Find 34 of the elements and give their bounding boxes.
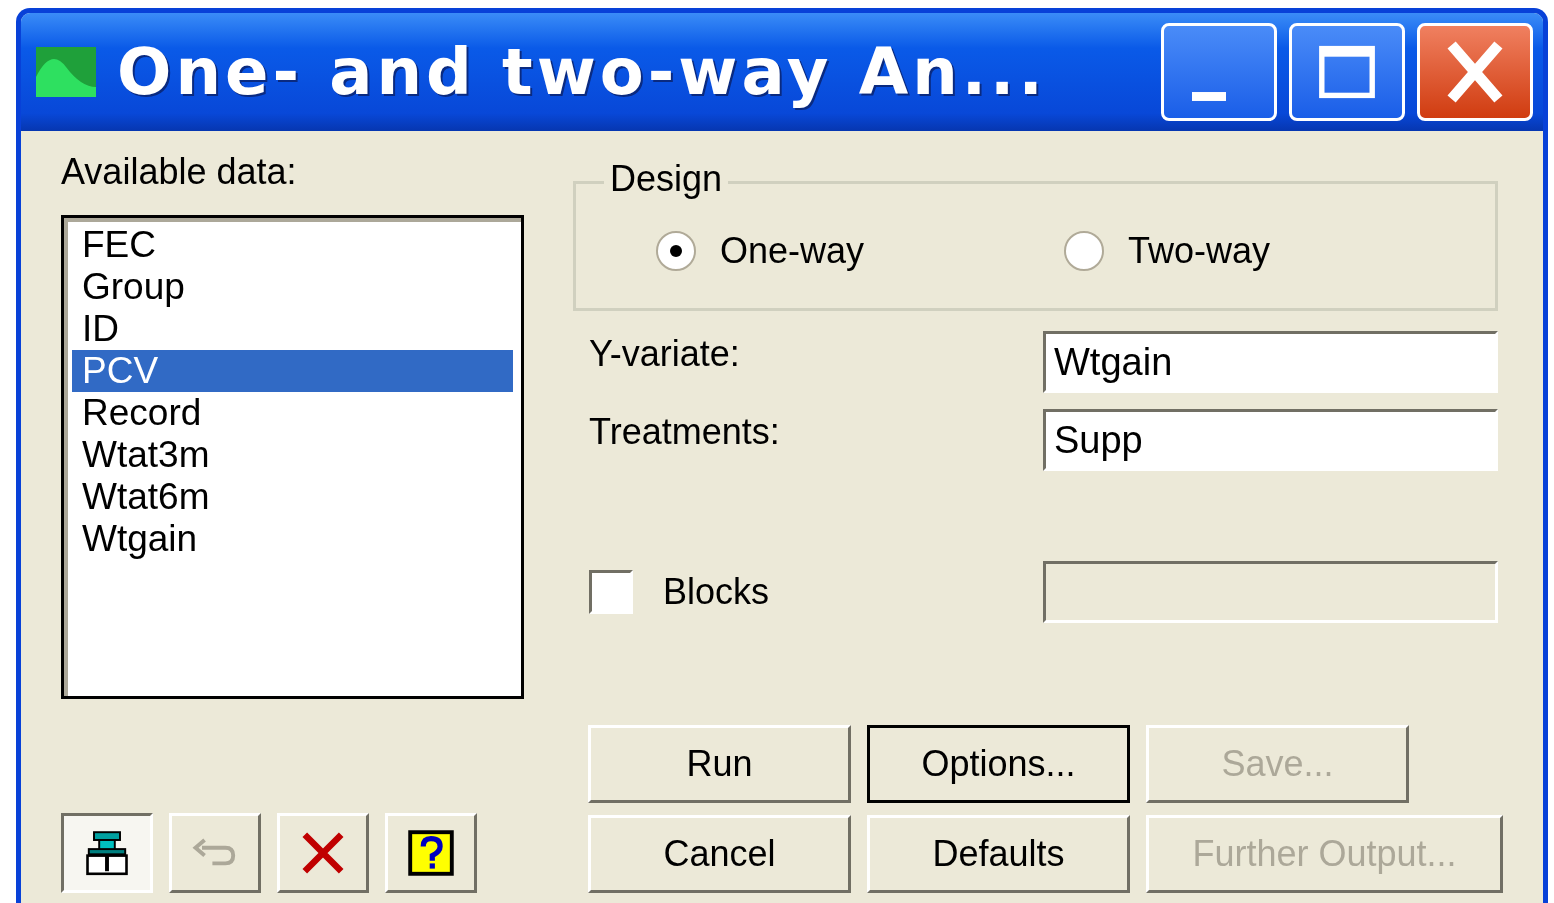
minimize-icon [1192, 91, 1226, 101]
field-label: Y-variate: [588, 332, 740, 375]
list-item[interactable]: Wtat6m [72, 476, 513, 518]
minimize-button[interactable] [1161, 23, 1277, 121]
list-item[interactable]: Wtat3m [72, 434, 513, 476]
list-item[interactable]: ID [72, 308, 513, 350]
dialog-button[interactable]: Run [588, 725, 851, 803]
input-field[interactable] [1043, 561, 1498, 623]
radio-button[interactable] [656, 231, 696, 271]
field-label: Treatments: [588, 410, 780, 453]
dialog-button[interactable]: Options... [867, 725, 1130, 803]
dialog-button[interactable]: Cancel [588, 815, 851, 893]
dialog-button[interactable]: Defaults [867, 815, 1130, 893]
input-field[interactable]: Wtgain [1043, 331, 1498, 393]
window-title: One- and two-way An... [117, 35, 1048, 109]
maximize-button[interactable] [1289, 23, 1405, 121]
list-item[interactable]: PCV [72, 350, 513, 392]
radio-label: One-way [720, 230, 865, 272]
help-button[interactable] [385, 813, 477, 893]
list-item[interactable]: Wtgain [72, 518, 513, 560]
checkbox-label: Blocks [663, 571, 770, 613]
pin-button[interactable] [61, 813, 153, 893]
app-icon [35, 47, 97, 97]
radio-label: Two-way [1128, 230, 1271, 272]
checkbox[interactable] [589, 570, 633, 614]
input-field[interactable]: Supp [1043, 409, 1498, 471]
available-data-label: Available data: [61, 151, 298, 193]
list-item[interactable]: FEC [72, 224, 513, 266]
close-button[interactable] [1417, 23, 1533, 121]
radio-button[interactable] [1064, 231, 1105, 271]
list-item[interactable]: Record [72, 392, 513, 434]
list-item[interactable]: Group [72, 266, 513, 308]
help-icon [405, 827, 457, 879]
delete-button[interactable] [277, 813, 369, 893]
